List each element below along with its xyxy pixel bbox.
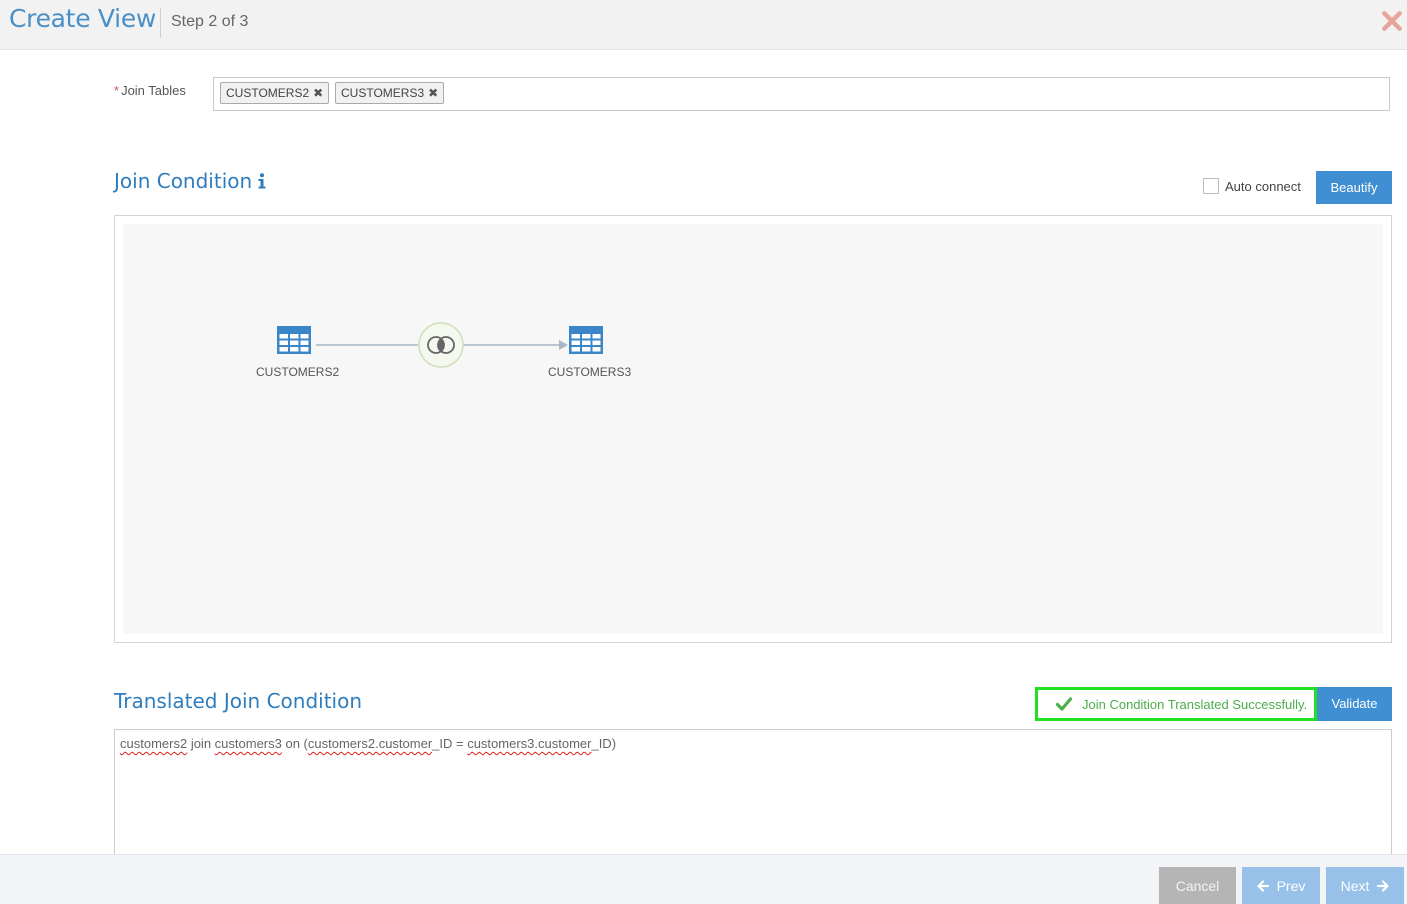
sql-token: join	[187, 736, 215, 751]
table-tag-label: CUSTOMERS3	[341, 86, 425, 100]
close-icon	[1382, 11, 1402, 31]
translated-heading: Translated Join Condition	[114, 689, 363, 713]
connector-arrow-icon	[559, 340, 568, 350]
translation-status: Join Condition Translated Successfully.	[1035, 687, 1317, 721]
translated-sql-textarea[interactable]: customers2 join customers3 on (customers…	[114, 729, 1392, 869]
cancel-button[interactable]: Cancel	[1159, 867, 1236, 904]
join-tables-label: * Join Tables	[114, 83, 186, 98]
table-icon[interactable]	[569, 326, 603, 354]
info-icon[interactable]	[257, 173, 267, 189]
step-indicator: Step 2 of 3	[171, 13, 249, 30]
sql-token: customers2	[120, 736, 188, 751]
sql-token: on (	[281, 736, 308, 751]
auto-connect-label: Auto connect	[1225, 178, 1301, 194]
check-icon	[1056, 697, 1072, 711]
dialog-title: Create View	[9, 4, 157, 33]
sql-token: _ID =	[432, 736, 468, 751]
header-divider	[160, 8, 161, 38]
table-icon[interactable]	[277, 326, 311, 354]
table-node-label: CUSTOMERS2	[256, 365, 340, 379]
table-node-label: CUSTOMERS3	[548, 365, 632, 379]
required-marker: *	[114, 83, 120, 98]
table-tag: CUSTOMERS2 ✖	[220, 82, 330, 104]
dialog-footer: Cancel Prev Next	[0, 854, 1407, 904]
beautify-button[interactable]: Beautify	[1316, 171, 1392, 204]
join-diagram-svg	[277, 322, 603, 368]
sql-token: _ID)	[591, 736, 617, 751]
next-button[interactable]: Next	[1326, 867, 1404, 904]
join-condition-title: Join Condition	[114, 169, 253, 193]
prev-label: Prev	[1276, 877, 1306, 894]
translation-status-text: Join Condition Translated Successfully.	[1082, 696, 1308, 712]
sql-token: customers3	[214, 736, 282, 751]
sql-token: customers2.customer	[307, 736, 433, 751]
prev-button[interactable]: Prev	[1242, 867, 1320, 904]
validate-button[interactable]: Validate	[1317, 687, 1392, 721]
auto-connect-toggle[interactable]: Auto connect	[1203, 178, 1301, 194]
join-diagram-canvas[interactable]: CUSTOMERS2 CUSTOMERS3	[123, 224, 1383, 634]
join-diagram-panel: CUSTOMERS2 CUSTOMERS3	[114, 215, 1392, 643]
arrow-left-icon	[1256, 879, 1269, 892]
cancel-label: Cancel	[1175, 877, 1220, 894]
table-tag-label: CUSTOMERS2	[226, 86, 310, 100]
join-tables-input[interactable]: CUSTOMERS2 ✖ CUSTOMERS3 ✖	[213, 77, 1390, 111]
dialog-header: Create View Step 2 of 3	[0, 0, 1407, 50]
join-tables-label-text: Join Tables	[121, 83, 186, 98]
join-condition-heading: Join Condition	[114, 169, 267, 193]
auto-connect-checkbox[interactable]	[1203, 178, 1219, 194]
next-label: Next	[1340, 877, 1370, 894]
table-tag: CUSTOMERS3 ✖	[335, 82, 445, 104]
inner-join-icon[interactable]	[418, 322, 464, 368]
arrow-right-icon	[1377, 879, 1389, 892]
remove-tag-icon[interactable]: ✖	[428, 86, 438, 100]
close-button[interactable]	[1381, 6, 1403, 32]
sql-token: customers3.customer	[467, 736, 592, 751]
remove-tag-icon[interactable]: ✖	[313, 86, 323, 100]
